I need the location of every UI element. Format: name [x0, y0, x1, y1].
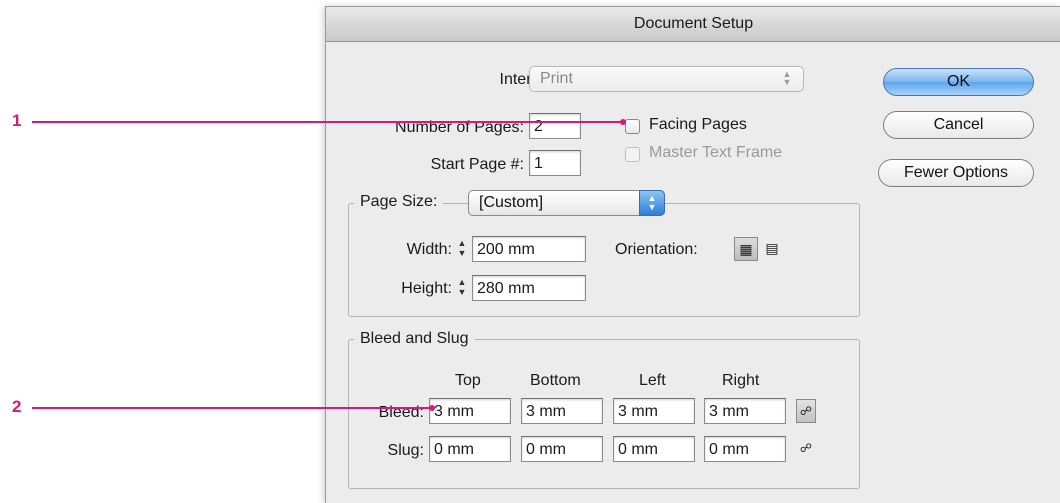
- column-left-label: Left: [639, 372, 666, 389]
- page-size-label: Page Size:: [354, 192, 444, 212]
- page-size-value: [Custom]: [479, 194, 544, 211]
- facing-pages-checkbox[interactable]: [625, 119, 640, 134]
- chain-link-icon[interactable]: ☍: [796, 399, 816, 423]
- slug-left-field[interactable]: 0 mm: [613, 436, 695, 462]
- intent-value: Print: [540, 70, 573, 87]
- number-of-pages-field[interactable]: 2: [529, 113, 581, 139]
- intent-popup[interactable]: Print ▲ ▼: [529, 66, 804, 92]
- facing-pages-label: Facing Pages: [649, 116, 747, 133]
- start-page-label: Start Page #:: [430, 156, 524, 173]
- slug-top-field[interactable]: 0 mm: [429, 436, 511, 462]
- intent-label: Intent:: [499, 71, 544, 88]
- portrait-orientation-icon[interactable]: ▦: [734, 237, 758, 261]
- callout-1-dot: [620, 119, 626, 125]
- column-right-label: Right: [722, 372, 760, 389]
- landscape-orientation-icon[interactable]: ▤: [760, 237, 784, 261]
- master-text-frame-checkbox[interactable]: [625, 147, 640, 162]
- orientation-label: Orientation:: [615, 241, 698, 258]
- column-top-label: Top: [455, 372, 481, 389]
- height-field[interactable]: 280 mm: [472, 275, 586, 301]
- width-field[interactable]: 200 mm: [472, 236, 586, 262]
- fewer-options-button[interactable]: Fewer Options: [878, 159, 1034, 187]
- dialog-title: Document Setup: [326, 7, 1060, 42]
- callout-1-line: [32, 121, 623, 123]
- callout-2-line: [32, 407, 432, 409]
- column-bottom-label: Bottom: [530, 372, 581, 389]
- bleed-right-field[interactable]: 3 mm: [704, 398, 786, 424]
- document-setup-dialog: Document Setup Intent: Print ▲ ▼ Number o…: [325, 6, 1060, 503]
- bleed-slug-label: Bleed and Slug: [354, 329, 475, 349]
- height-stepper-icon[interactable]: ▲ ▼: [455, 277, 469, 301]
- popup-arrows-icon: ▲ ▼: [782, 69, 792, 87]
- bleed-top-field[interactable]: 3 mm: [429, 398, 511, 424]
- slug-right-field[interactable]: 0 mm: [704, 436, 786, 462]
- bleed-left-field[interactable]: 3 mm: [613, 398, 695, 424]
- width-label: Width:: [406, 241, 452, 258]
- height-label: Height:: [401, 280, 452, 297]
- cancel-button[interactable]: Cancel: [883, 111, 1034, 139]
- ok-button[interactable]: OK: [883, 68, 1034, 96]
- bleed-bottom-field[interactable]: 3 mm: [521, 398, 603, 424]
- chain-link-icon[interactable]: ☍: [796, 437, 816, 461]
- slug-label: Slug:: [387, 442, 424, 459]
- slug-bottom-field[interactable]: 0 mm: [521, 436, 603, 462]
- master-text-frame-label: Master Text Frame: [649, 144, 783, 161]
- width-stepper-icon[interactable]: ▲ ▼: [455, 238, 469, 262]
- callout-1-number: 1: [12, 111, 22, 130]
- page-size-popup[interactable]: [Custom] ▲ ▼: [468, 190, 665, 216]
- popup-arrows-icon: ▲ ▼: [639, 190, 665, 216]
- start-page-field[interactable]: 1: [529, 150, 581, 176]
- callout-2-dot: [429, 405, 435, 411]
- callout-2-number: 2: [12, 397, 22, 416]
